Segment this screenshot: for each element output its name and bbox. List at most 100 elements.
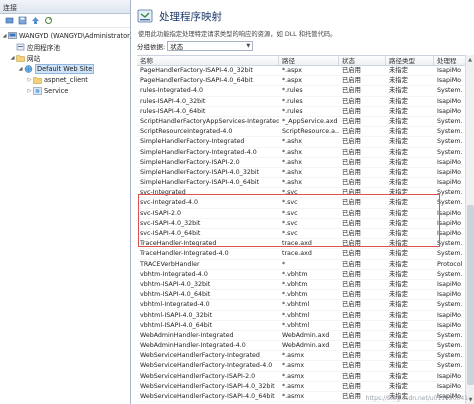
table-row[interactable]: svc-ISAPI-2.0 *.svc 已启用 未指定 IsapiMo <box>137 209 471 219</box>
page-description: 使用此功能指定处理特定请求类型的响应的资源，如 DLL 和托管代码。 <box>138 31 337 38</box>
cell-name: TraceHandler-Integrated-4.0 <box>140 250 229 258</box>
chevron-down-icon: ▼ <box>246 43 251 49</box>
cell-path: *.vbhtm <box>282 280 308 288</box>
connections-pane: 连接 ◢ WANGYD (WANGYD\Administrator) 应用程序池… <box>0 0 133 404</box>
table-row[interactable]: vbhtml-ISAPI-4.0_32bit *.vbhtml 已启用 未指定 Isap… <box>137 311 471 321</box>
table-row[interactable]: WebServiceHandlerFactory-ISAPI-2.0 *.asmx… <box>137 372 471 382</box>
cell-path-type: 未指定 <box>389 331 408 339</box>
table-row[interactable]: SimpleHandlerFactory-ISAPI-4.0_64bit *.as… <box>137 178 471 189</box>
cell-path-type: 未指定 <box>389 301 408 309</box>
table-row[interactable]: svc-ISAPI-4.0_64bit *.svc 已启用 未指定 IsapiMo <box>137 229 471 240</box>
table-row[interactable]: svc-Integrated-4.0 *.svc 已启用 未指定 System. <box>137 198 471 209</box>
table-row[interactable]: PageHandlerFactory-ISAPI-4.0_64bit *.aspx… <box>137 76 471 87</box>
cell-state: 已启用 <box>342 291 361 299</box>
cell-state: 已启用 <box>342 270 361 278</box>
tree-item-label: 网站 <box>27 55 41 63</box>
column-header-path[interactable]: 路径 <box>279 56 339 65</box>
tree-item-label: Service <box>44 87 69 95</box>
table-row[interactable]: WebServiceHandlerFactory-Integrated-4.0 *… <box>137 361 471 372</box>
cell-path-type: 未指定 <box>389 179 408 187</box>
cell-path: *.svc <box>282 189 298 197</box>
cell-path: *.rules <box>282 97 303 105</box>
cell-name: svc-ISAPI-4.0_32bit <box>140 219 201 227</box>
cell-path-type: 未指定 <box>389 138 408 146</box>
cell-state: 已启用 <box>342 209 361 217</box>
cell-state: 已启用 <box>342 382 361 390</box>
table-row[interactable]: WebAdminHandler-Integrated-4.0 WebAdmin.a… <box>137 341 471 352</box>
tree-item-server[interactable]: ◢ WANGYD (WANGYD\Administrator) <box>1 31 133 41</box>
table-row[interactable]: rules-ISAPI-4.0_32bit *.rules 已启用 未指定 IsapiM… <box>137 97 471 107</box>
cell-name: WebServiceHandlerFactory-ISAPI-4.0_64bit <box>140 393 275 400</box>
column-header-state[interactable]: 状态 <box>339 56 386 65</box>
table-header: 名称 路径 状态 路径类型 处理程 <box>137 56 471 66</box>
table-row[interactable]: rules-Integrated-4.0 *.rules 已启用 未指定 System. <box>137 86 471 97</box>
table-row[interactable]: TraceHandler-Integrated trace.axd 已启用 未指定 Sy… <box>137 239 471 250</box>
cell-path: *.svc <box>282 230 298 237</box>
cell-state: 已启用 <box>342 189 361 197</box>
cell-name: PageHandlerFactory-ISAPI-4.0_32bit <box>140 67 253 74</box>
table-row[interactable]: svc-ISAPI-4.0_32bit *.svc 已启用 未指定 IsapiMo <box>137 219 471 229</box>
table-row[interactable]: vbhtml-ISAPI-4.0_64bit *.vbhtml 已启用 未指定 Isap… <box>137 321 471 331</box>
scroll-up-icon[interactable]: ▲ <box>466 55 474 64</box>
cell-state: 已启用 <box>342 199 361 207</box>
connect-icon[interactable] <box>4 16 14 25</box>
cell-path: WebAdmin.axd <box>282 331 330 339</box>
cell-name: vbhtm-ISAPI-4.0_64bit <box>140 291 211 299</box>
cell-name: SimpleHandlerFactory-Integrated <box>140 138 245 146</box>
handler-mappings-icon <box>137 9 153 23</box>
tree-item-aspnet-client[interactable]: ▷ aspnet_client <box>26 75 88 85</box>
collapse-icon[interactable]: ◢ <box>17 66 24 72</box>
tree-item-sites[interactable]: ◢ 网站 <box>9 53 41 63</box>
cell-state: 已启用 <box>342 148 361 156</box>
table-row[interactable]: vbhtm-ISAPI-4.0_32bit *.vbhtm 已启用 未指定 IsapiM… <box>137 280 471 291</box>
cell-name: svc-ISAPI-4.0_64bit <box>140 230 201 237</box>
column-header-name[interactable]: 名称 <box>137 56 279 65</box>
table-row[interactable]: SimpleHandlerFactory-ISAPI-4.0_32bit *.as… <box>137 168 471 179</box>
table-row[interactable]: WebAdminHandler-Integrated WebAdmin.axd 已启… <box>137 331 471 342</box>
expand-icon[interactable]: ▷ <box>26 88 33 94</box>
cell-name: TraceHandler-Integrated <box>140 240 217 248</box>
tree-item-label: Default Web Site <box>35 64 95 74</box>
table-row[interactable]: SimpleHandlerFactory-Integrated-4.0 *.ash… <box>137 148 471 158</box>
cell-name: SimpleHandlerFactory-ISAPI-4.0_32bit <box>140 168 260 176</box>
tree-item-default-web-site[interactable]: ◢ Default Web Site <box>17 64 95 74</box>
table-row[interactable]: vbhtm-ISAPI-4.0_64bit *.vbhtm 已启用 未指定 IsapiM… <box>137 290 471 301</box>
table-row[interactable]: PageHandlerFactory-ISAPI-4.0_32bit *.aspx… <box>137 66 471 77</box>
table-row[interactable]: SimpleHandlerFactory-ISAPI-2.0 *.ashx 已启用 未… <box>137 158 471 168</box>
table-row[interactable]: vbhtm-Integrated-4.0 *.vbhtm 已启用 未指定 System. <box>137 270 471 280</box>
tree-item-service[interactable]: ▷ Service <box>26 86 69 96</box>
cell-path: trace.axd <box>282 240 312 248</box>
cell-state: 已启用 <box>342 260 361 268</box>
app-pool-icon <box>16 43 25 51</box>
tree-item-app-pools[interactable]: 应用程序池 <box>9 42 60 52</box>
table-row[interactable]: WebServiceHandlerFactory-Integrated *.asm… <box>137 351 471 362</box>
cell-path: *.svc <box>282 219 298 227</box>
collapse-icon[interactable]: ◢ <box>9 55 16 61</box>
table-row[interactable]: ScriptResourceIntegrated-4.0 ScriptResour… <box>137 127 471 138</box>
table-row[interactable]: ScriptHandlerFactoryAppServices-Integrat… <box>137 117 471 128</box>
column-header-path-type[interactable]: 路径类型 <box>386 56 434 65</box>
table-row[interactable]: vbhtml-Integrated-4.0 *.vbhtml 已启用 未指定 Syste… <box>137 300 471 311</box>
table-row[interactable]: TraceHandler-Integrated-4.0 trace.axd 已启用 未… <box>137 249 471 260</box>
globe-icon <box>24 65 33 73</box>
save-icon[interactable] <box>17 16 27 25</box>
cell-state: 已启用 <box>342 230 361 237</box>
vertical-scrollbar[interactable]: ▲ ▼ <box>465 55 474 404</box>
handler-mappings-table: 名称 路径 状态 路径类型 处理程 PageHandlerFactory-ISA… <box>137 55 471 404</box>
cell-path: *.asmx <box>282 393 305 400</box>
expand-icon[interactable]: ▷ <box>26 77 33 83</box>
table-row[interactable]: SimpleHandlerFactory-Integrated *.ashx 已启用… <box>137 137 471 148</box>
table-row[interactable]: rules-ISAPI-4.0_64bit *.rules 已启用 未指定 IsapiM… <box>137 107 471 117</box>
collapse-icon[interactable]: ◢ <box>1 33 8 39</box>
table-row[interactable]: WebServiceHandlerFactory-ISAPI-4.0_32bit… <box>137 382 471 392</box>
refresh-icon[interactable] <box>43 16 53 25</box>
cell-path-type: 未指定 <box>389 230 408 237</box>
cell-path-type: 未指定 <box>389 321 408 329</box>
cell-state: 已启用 <box>342 301 361 309</box>
scrollbar-thumb[interactable] <box>467 205 474 385</box>
group-by-select[interactable]: 状态 ▼ <box>167 41 254 51</box>
up-level-icon[interactable] <box>30 16 40 25</box>
table-row[interactable]: svc-Integrated *.svc 已启用 未指定 System. <box>137 188 471 199</box>
table-row[interactable]: TRACEVerbHandler * 已启用 未指定 Protocol <box>137 260 471 270</box>
cell-path-type: 未指定 <box>389 128 408 136</box>
